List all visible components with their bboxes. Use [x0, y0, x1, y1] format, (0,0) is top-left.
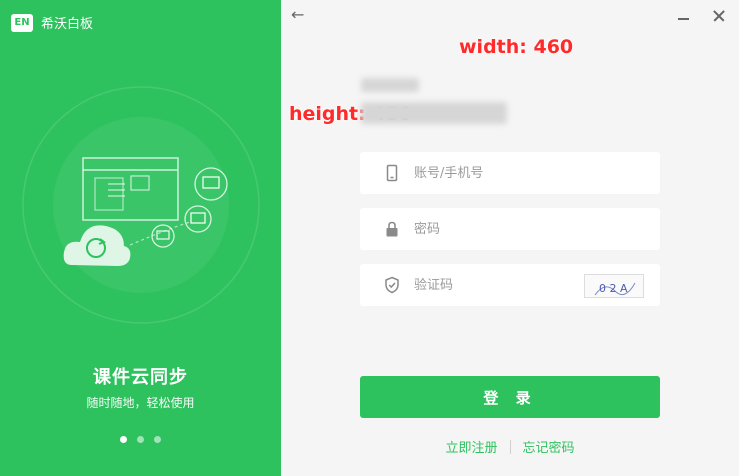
shield-check-icon	[385, 276, 399, 294]
captcha-text: 0 2 A	[599, 282, 628, 295]
carousel-dots	[0, 436, 281, 443]
lock-icon	[386, 221, 398, 237]
login-panel: ← width: 460 height: 450 账号/手机号 验证码 0 2 …	[281, 0, 739, 476]
blurred-subtitle	[361, 102, 507, 124]
password-field	[360, 208, 660, 250]
close-icon[interactable]	[709, 6, 729, 26]
login-button[interactable]: 登 录	[360, 376, 660, 418]
promo-subtitle: 随时随地，轻松使用	[86, 396, 195, 410]
minimize-icon[interactable]	[675, 6, 693, 26]
carousel-dot[interactable]	[154, 436, 161, 443]
captcha-image[interactable]: 0 2 A	[584, 274, 644, 298]
link-divider	[509, 439, 511, 454]
password-input[interactable]	[414, 208, 614, 250]
phone-icon	[386, 164, 398, 182]
width-annotation: width: 460	[459, 36, 574, 58]
carousel-dot[interactable]	[120, 436, 127, 443]
auth-links: 立即注册 忘记密码	[360, 437, 660, 456]
account-input[interactable]	[414, 152, 614, 194]
promo-title: 课件云同步	[93, 367, 188, 388]
brand: EN 希沃白板	[11, 13, 93, 32]
blurred-title	[361, 78, 419, 92]
arrow-left-icon[interactable]: ←	[291, 6, 311, 26]
forgot-password-link[interactable]: 忘记密码	[523, 437, 575, 456]
carousel-dot[interactable]	[137, 436, 144, 443]
register-link[interactable]: 立即注册	[445, 437, 497, 456]
cloud-sync-illustration	[22, 86, 260, 324]
captcha-field: 0 2 A	[360, 264, 660, 306]
app-window: EN 希沃白板 课件云同步 随时随地，轻松使用 ← width: 460 hei…	[0, 0, 739, 476]
brand-logo: EN	[11, 13, 33, 32]
window-controls: ←	[281, 6, 739, 26]
left-promo-panel: EN 希沃白板 课件云同步 随时随地，轻松使用	[0, 0, 281, 476]
brand-name: 希沃白板	[41, 17, 94, 32]
account-field	[360, 152, 660, 194]
captcha-graphic: 0 2 A	[594, 282, 636, 296]
